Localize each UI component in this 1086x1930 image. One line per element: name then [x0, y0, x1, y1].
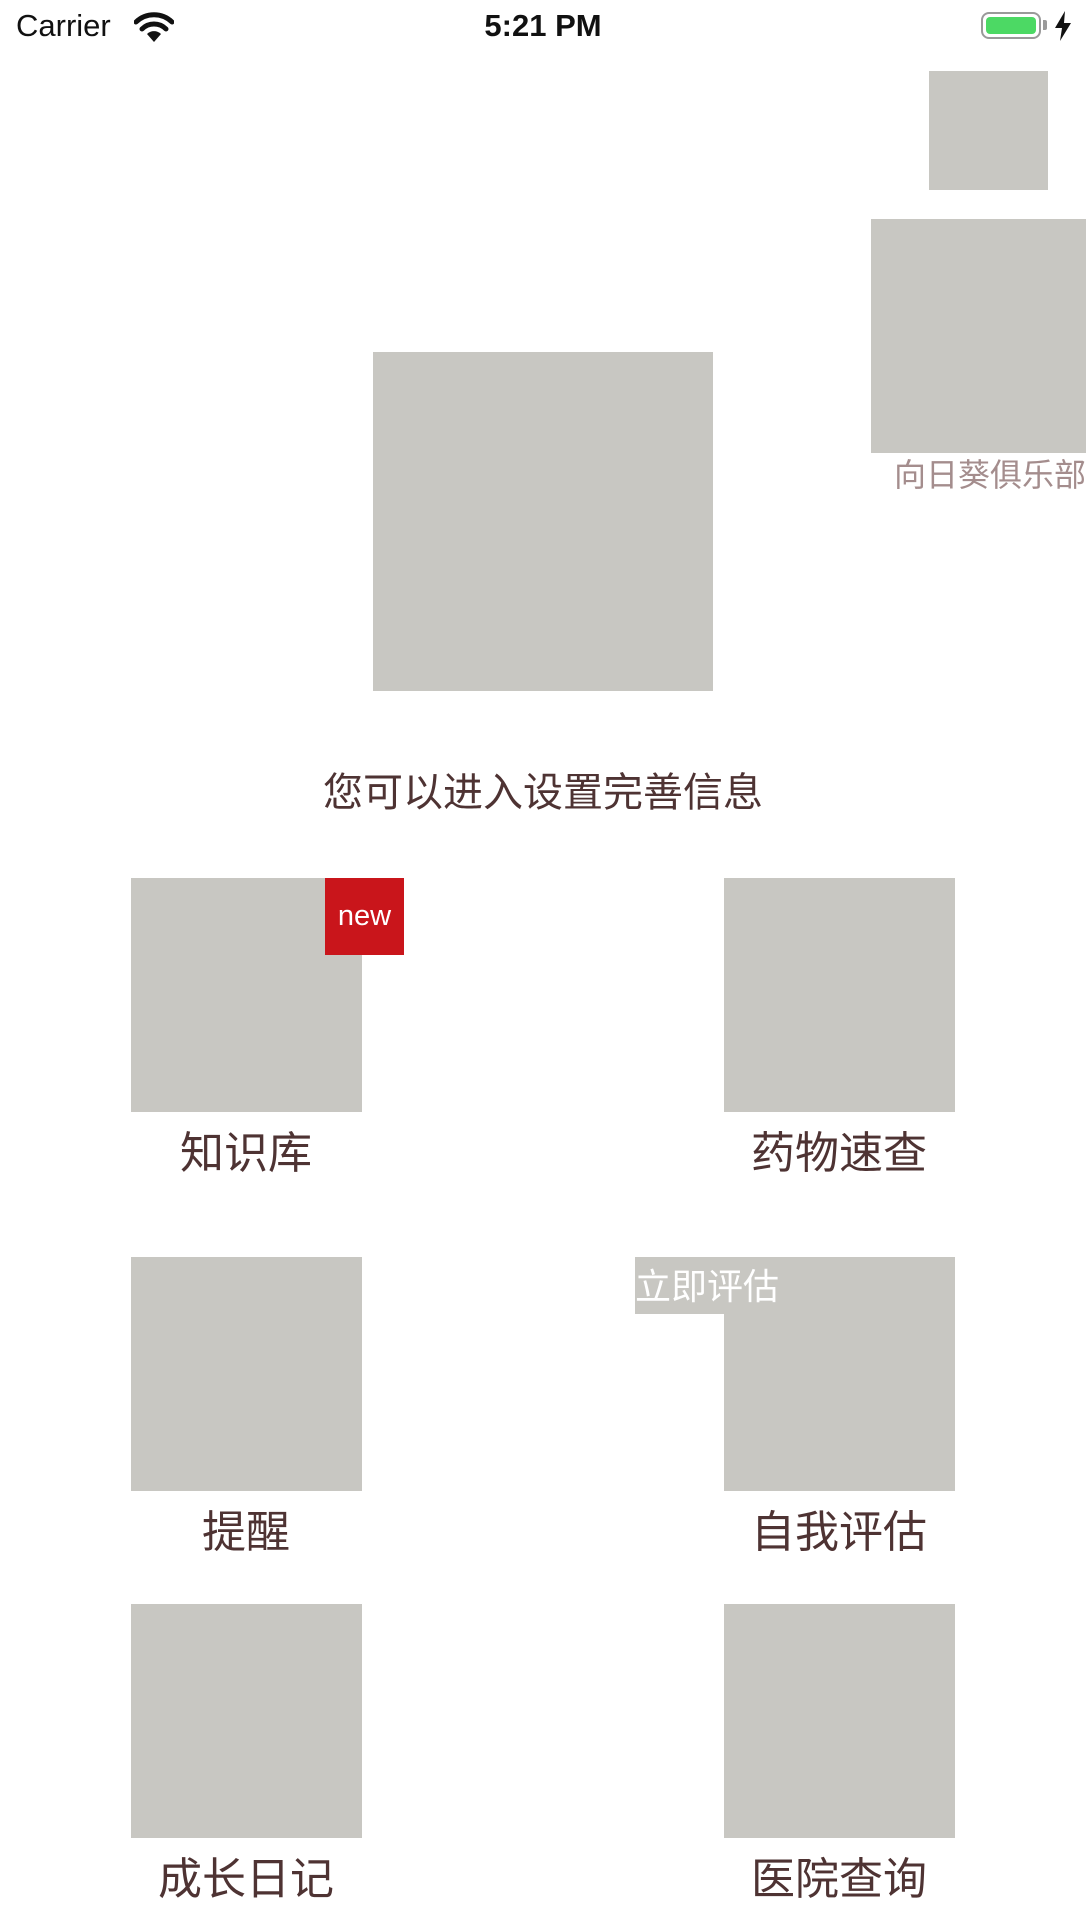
battery-level — [986, 17, 1036, 34]
assess-now-label[interactable]: 立即评估 — [635, 1260, 779, 1316]
battery-tip — [1043, 20, 1047, 30]
hospital-search-icon[interactable] — [724, 1604, 955, 1838]
growth-diary-icon[interactable] — [131, 1604, 362, 1838]
new-badge: new — [325, 878, 404, 955]
growth-diary-label[interactable]: 成长日记 — [96, 1843, 396, 1907]
club-label[interactable]: 向日葵俱乐部 — [870, 450, 1086, 496]
hospital-search-label[interactable]: 医院查询 — [689, 1843, 989, 1907]
reminder-icon[interactable] — [131, 1257, 362, 1491]
drug-lookup-icon[interactable] — [724, 878, 955, 1112]
club-image[interactable] — [871, 219, 1086, 453]
settings-image[interactable] — [929, 71, 1048, 190]
profile-hint-text: 您可以进入设置完善信息 — [323, 770, 763, 816]
lightning-bolt-icon — [1055, 11, 1071, 41]
self-assessment-label[interactable]: 自我评估 — [689, 1496, 989, 1560]
avatar[interactable] — [373, 352, 713, 691]
reminder-label[interactable]: 提醒 — [96, 1496, 396, 1560]
drug-lookup-label[interactable]: 药物速查 — [689, 1117, 989, 1181]
knowledge-base-label[interactable]: 知识库 — [96, 1117, 396, 1181]
status-time: 5:21 PM — [484, 8, 602, 43]
